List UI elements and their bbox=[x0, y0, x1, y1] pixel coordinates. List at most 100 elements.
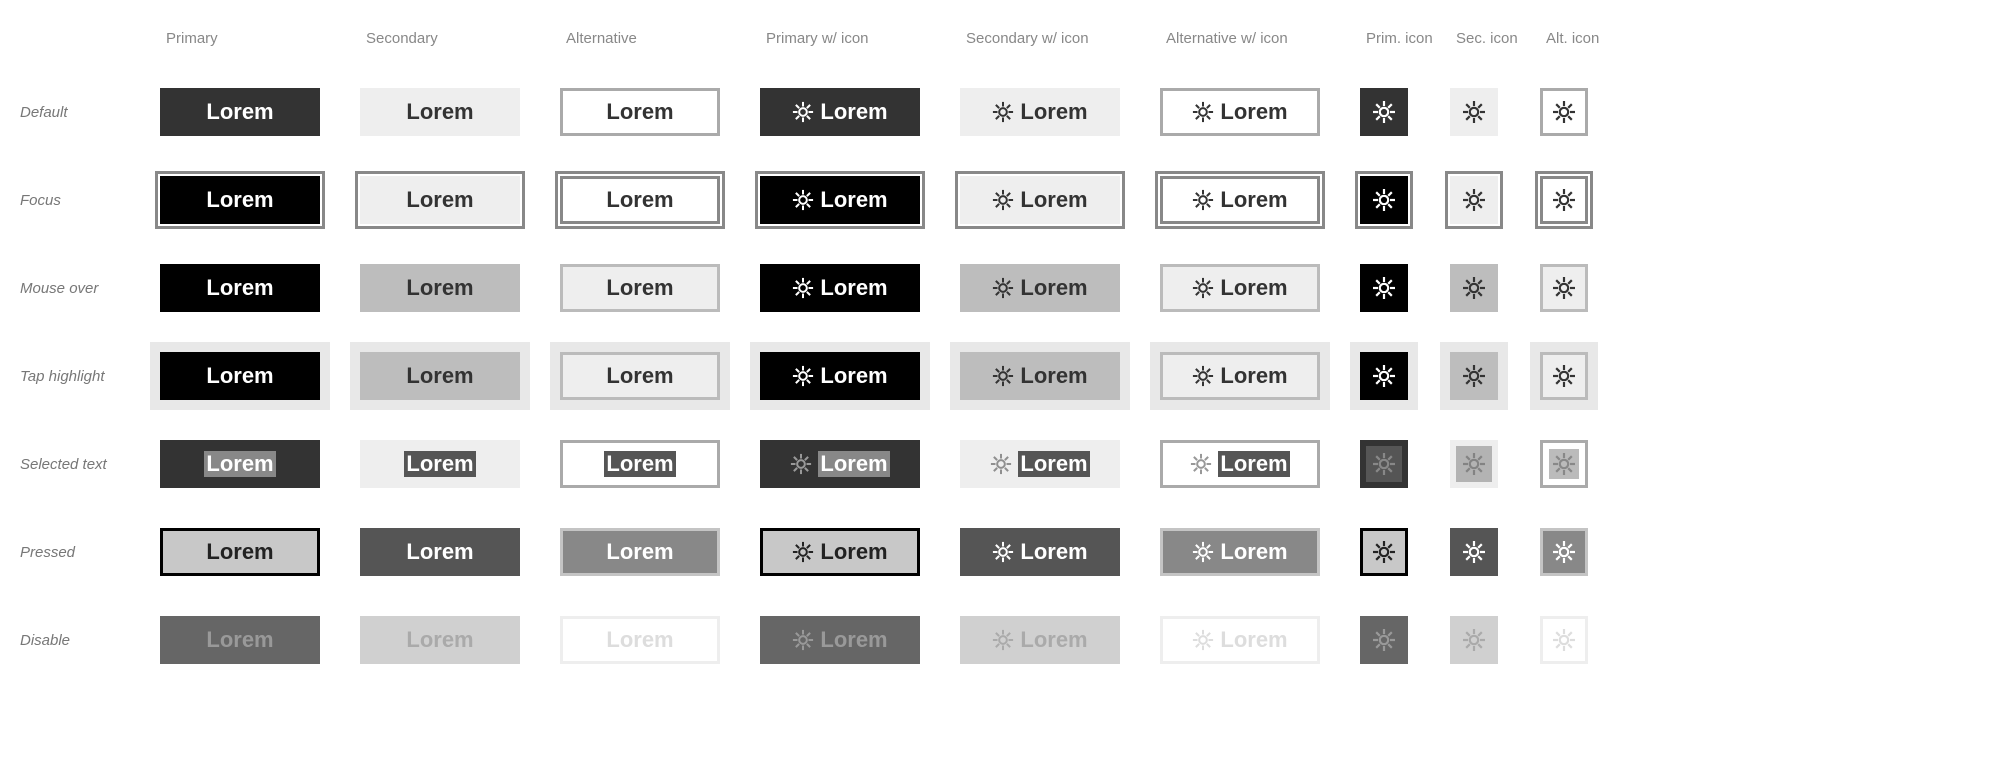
primary-button-with-icon[interactable]: Lorem bbox=[760, 88, 920, 136]
primary-button-with-icon[interactable]: Lorem bbox=[760, 176, 920, 224]
primary-button-with-icon[interactable]: Lorem bbox=[760, 352, 920, 400]
primary-button[interactable]: Lorem bbox=[160, 352, 320, 400]
button-label: Lorem bbox=[1220, 275, 1287, 301]
secondary-button-with-icon[interactable]: Lorem bbox=[960, 440, 1120, 488]
primary-button-with-icon[interactable]: Lorem bbox=[760, 264, 920, 312]
column-header: Primary w/ icon bbox=[760, 30, 950, 48]
gear-icon bbox=[1552, 628, 1576, 652]
alternative-button-with-icon[interactable]: Lorem bbox=[1160, 88, 1320, 136]
gear-icon bbox=[1192, 101, 1214, 123]
primary-icon-button[interactable] bbox=[1360, 352, 1408, 400]
row-label: Pressed bbox=[20, 544, 150, 561]
secondary-button[interactable]: Lorem bbox=[360, 88, 520, 136]
secondary-icon-button[interactable] bbox=[1450, 176, 1498, 224]
primary-button[interactable]: Lorem bbox=[160, 528, 320, 576]
button-label: Lorem bbox=[604, 451, 675, 477]
gear-icon bbox=[1552, 100, 1576, 124]
secondary-button-with-icon[interactable]: Lorem bbox=[960, 528, 1120, 576]
primary-button-with-icon[interactable]: Lorem bbox=[760, 440, 920, 488]
alternative-icon-button[interactable] bbox=[1540, 440, 1588, 488]
button-label: Lorem bbox=[1220, 627, 1287, 653]
alternative-button-with-icon[interactable]: Lorem bbox=[1160, 616, 1320, 664]
column-header: Alt. icon bbox=[1540, 30, 1620, 48]
gear-icon bbox=[992, 541, 1014, 563]
secondary-icon-button[interactable] bbox=[1450, 528, 1498, 576]
secondary-button-with-icon[interactable]: Lorem bbox=[960, 264, 1120, 312]
secondary-button[interactable]: Lorem bbox=[360, 176, 520, 224]
gear-icon bbox=[1462, 364, 1486, 388]
gear-icon bbox=[792, 189, 814, 211]
row-label: Focus bbox=[20, 192, 150, 209]
alternative-icon-button[interactable] bbox=[1540, 176, 1588, 224]
gear-icon bbox=[1192, 541, 1214, 563]
primary-icon-button[interactable] bbox=[1360, 176, 1408, 224]
alternative-icon-button[interactable] bbox=[1540, 352, 1588, 400]
alternative-icon-button[interactable] bbox=[1540, 528, 1588, 576]
alternative-button[interactable]: Lorem bbox=[560, 352, 720, 400]
alternative-button-with-icon[interactable]: Lorem bbox=[1160, 264, 1320, 312]
primary-button[interactable]: Lorem bbox=[160, 88, 320, 136]
secondary-button[interactable]: Lorem bbox=[360, 440, 520, 488]
button-label: Lorem bbox=[206, 99, 273, 125]
alternative-button[interactable]: Lorem bbox=[560, 440, 720, 488]
secondary-icon-button[interactable] bbox=[1450, 88, 1498, 136]
gear-icon bbox=[992, 101, 1014, 123]
gear-icon bbox=[992, 629, 1014, 651]
secondary-icon-button[interactable] bbox=[1450, 440, 1498, 488]
row-label: Default bbox=[20, 104, 150, 121]
alternative-button-with-icon[interactable]: Lorem bbox=[1160, 352, 1320, 400]
secondary-button-with-icon[interactable]: Lorem bbox=[960, 616, 1120, 664]
gear-icon bbox=[792, 365, 814, 387]
primary-button-with-icon[interactable]: Lorem bbox=[760, 616, 920, 664]
primary-button-with-icon[interactable]: Lorem bbox=[760, 528, 920, 576]
primary-button[interactable]: Lorem bbox=[160, 176, 320, 224]
primary-button[interactable]: Lorem bbox=[160, 440, 320, 488]
button-label: Lorem bbox=[1020, 99, 1087, 125]
secondary-button[interactable]: Lorem bbox=[360, 264, 520, 312]
secondary-icon-button[interactable] bbox=[1450, 352, 1498, 400]
secondary-icon-button[interactable] bbox=[1450, 264, 1498, 312]
primary-icon-button[interactable] bbox=[1360, 440, 1408, 488]
button-label: Lorem bbox=[820, 187, 887, 213]
primary-button[interactable]: Lorem bbox=[160, 616, 320, 664]
button-label: Lorem bbox=[606, 275, 673, 301]
alternative-button-with-icon[interactable]: Lorem bbox=[1160, 440, 1320, 488]
alternative-icon-button[interactable] bbox=[1540, 88, 1588, 136]
alternative-button-with-icon[interactable]: Lorem bbox=[1160, 176, 1320, 224]
primary-icon-button[interactable] bbox=[1360, 88, 1408, 136]
secondary-button[interactable]: Lorem bbox=[360, 528, 520, 576]
button-label: Lorem bbox=[406, 187, 473, 213]
alternative-button[interactable]: Lorem bbox=[560, 264, 720, 312]
gear-icon bbox=[1192, 277, 1214, 299]
secondary-button[interactable]: Lorem bbox=[360, 616, 520, 664]
secondary-button-with-icon[interactable]: Lorem bbox=[960, 88, 1120, 136]
row-label: Selected text bbox=[20, 456, 150, 473]
primary-icon-button[interactable] bbox=[1360, 616, 1408, 664]
button-label: Lorem bbox=[1220, 99, 1287, 125]
secondary-button-with-icon[interactable]: Lorem bbox=[960, 352, 1120, 400]
gear-icon bbox=[1462, 188, 1486, 212]
alternative-button-with-icon[interactable]: Lorem bbox=[1160, 528, 1320, 576]
button-label: Lorem bbox=[406, 275, 473, 301]
alternative-button[interactable]: Lorem bbox=[560, 88, 720, 136]
primary-icon-button[interactable] bbox=[1360, 264, 1408, 312]
alternative-button[interactable]: Lorem bbox=[560, 616, 720, 664]
column-header: Prim. icon bbox=[1360, 30, 1440, 48]
gear-icon bbox=[790, 453, 812, 475]
alternative-icon-button[interactable] bbox=[1540, 616, 1588, 664]
alternative-icon-button[interactable] bbox=[1540, 264, 1588, 312]
button-label: Lorem bbox=[1020, 539, 1087, 565]
primary-button[interactable]: Lorem bbox=[160, 264, 320, 312]
gear-icon bbox=[1372, 452, 1396, 476]
secondary-button[interactable]: Lorem bbox=[360, 352, 520, 400]
button-label: Lorem bbox=[820, 99, 887, 125]
secondary-icon-button[interactable] bbox=[1450, 616, 1498, 664]
button-label: Lorem bbox=[406, 539, 473, 565]
button-label: Lorem bbox=[406, 363, 473, 389]
button-label: Lorem bbox=[206, 363, 273, 389]
alternative-button[interactable]: Lorem bbox=[560, 176, 720, 224]
primary-icon-button[interactable] bbox=[1360, 528, 1408, 576]
secondary-button-with-icon[interactable]: Lorem bbox=[960, 176, 1120, 224]
gear-icon bbox=[1462, 276, 1486, 300]
alternative-button[interactable]: Lorem bbox=[560, 528, 720, 576]
